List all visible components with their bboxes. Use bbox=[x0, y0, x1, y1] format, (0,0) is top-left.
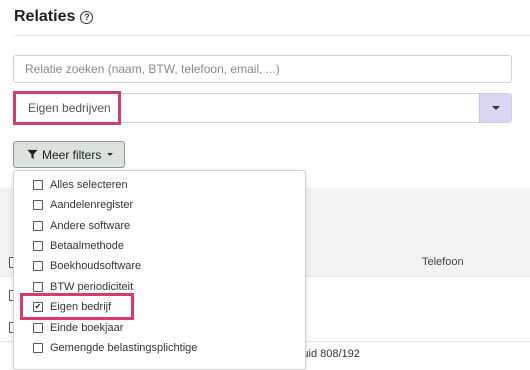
select-value: Eigen bedrijven bbox=[28, 101, 111, 115]
help-circle-icon[interactable]: ? bbox=[80, 10, 94, 24]
checkbox[interactable] bbox=[33, 221, 43, 231]
option-label: Alles selecteren bbox=[50, 179, 128, 191]
filter-option-aandelenregister[interactable]: Aandelenregister bbox=[33, 199, 133, 211]
select-toggle-button[interactable] bbox=[479, 94, 511, 122]
more-filters-label: Meer filters bbox=[42, 147, 102, 162]
chevron-down-icon bbox=[107, 153, 114, 156]
filter-option-alles-selecteren[interactable]: Alles selecteren bbox=[33, 179, 128, 191]
option-label: Boekhoudsoftware bbox=[50, 260, 142, 272]
option-label: BTW periodiciteit bbox=[50, 281, 134, 293]
filter-option-gemengde-belastingsplichtige[interactable]: Gemengde belastingsplichtige bbox=[33, 342, 197, 354]
option-label: Andere software bbox=[50, 220, 131, 232]
relation-search-input[interactable] bbox=[13, 55, 512, 83]
filter-option-betaalmethode[interactable]: Betaalmethode bbox=[33, 240, 124, 252]
checkbox[interactable] bbox=[33, 200, 43, 210]
checkbox[interactable] bbox=[33, 282, 43, 292]
title-row: Relaties ? bbox=[14, 8, 94, 26]
checkbox-checked[interactable]: ✔ bbox=[33, 302, 43, 312]
filter-option-boekhoudsoftware[interactable]: Boekhoudsoftware bbox=[33, 260, 141, 272]
filter-option-einde-boekjaar[interactable]: Einde boekjaar bbox=[33, 322, 123, 334]
filter-option-btw-periodiciteit[interactable]: BTW periodiciteit bbox=[33, 281, 133, 293]
option-label: Betaalmethode bbox=[50, 240, 124, 252]
checkbox[interactable] bbox=[33, 343, 43, 353]
checkbox[interactable] bbox=[33, 241, 43, 251]
filter-option-eigen-bedrijf[interactable]: ✔ Eigen bedrijf bbox=[33, 301, 111, 313]
option-label: Eigen bedrijf bbox=[50, 301, 112, 313]
relation-type-select[interactable]: Eigen bedrijven bbox=[13, 93, 512, 123]
option-label: Aandelenregister bbox=[50, 199, 134, 211]
option-label: Einde boekjaar bbox=[50, 322, 124, 334]
column-header-telefoon[interactable]: Telefoon bbox=[422, 256, 464, 268]
checkbox[interactable] bbox=[33, 323, 43, 333]
header-divider bbox=[13, 35, 530, 36]
more-filters-button[interactable]: Meer filters bbox=[13, 141, 125, 168]
chevron-down-icon bbox=[491, 106, 500, 110]
page-title: Relaties bbox=[14, 8, 76, 25]
checkbox[interactable] bbox=[33, 180, 43, 190]
filter-dropdown-menu: Alles selecteren Aandelenregister Andere… bbox=[13, 170, 306, 370]
filter-option-andere-software[interactable]: Andere software bbox=[33, 220, 130, 232]
funnel-icon bbox=[27, 149, 38, 160]
checkbox[interactable] bbox=[33, 261, 43, 271]
option-label: Gemengde belastingsplichtige bbox=[50, 342, 198, 354]
